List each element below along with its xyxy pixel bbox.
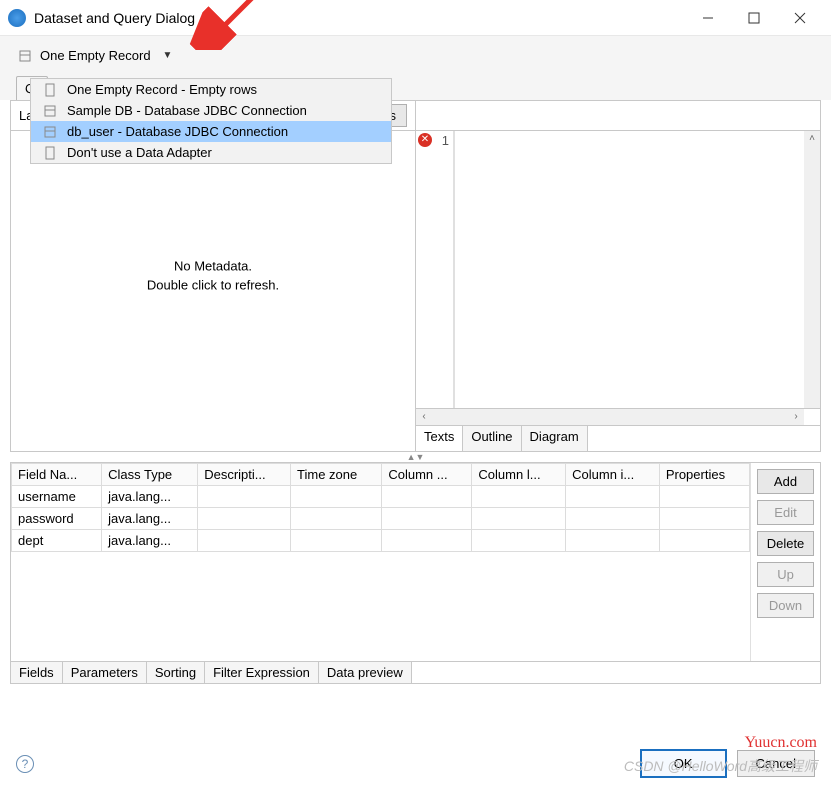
watermark-site: Yuucn.com bbox=[745, 734, 817, 752]
down-field-button[interactable]: Down bbox=[757, 593, 814, 618]
tab-data-preview[interactable]: Data preview bbox=[319, 662, 412, 683]
database-icon bbox=[43, 104, 57, 118]
field-buttons: Add Edit Delete Up Down bbox=[750, 463, 820, 661]
help-icon[interactable]: ? bbox=[16, 755, 34, 773]
tab-diagram[interactable]: Diagram bbox=[522, 426, 588, 451]
editor-view-tabs: Texts Outline Diagram bbox=[416, 425, 820, 451]
app-icon bbox=[8, 9, 26, 27]
data-adapter-dropdown[interactable]: One Empty Record ▼ bbox=[16, 46, 174, 65]
tab-fields[interactable]: Fields bbox=[11, 662, 63, 683]
table-header-row: Field Na... Class Type Descripti... Time… bbox=[12, 463, 750, 485]
query-editor-panel: ✕ 1 ˄ ‹› Texts Outline Diagram bbox=[416, 101, 820, 451]
adapter-selected-label: One Empty Record bbox=[40, 48, 151, 63]
adapter-option-empty-record[interactable]: One Empty Record - Empty rows bbox=[31, 79, 391, 100]
fields-table-container: Field Na... Class Type Descripti... Time… bbox=[11, 463, 750, 661]
add-field-button[interactable]: Add bbox=[757, 469, 814, 494]
line-gutter: 1 bbox=[434, 131, 454, 408]
delete-field-button[interactable]: Delete bbox=[757, 531, 814, 556]
fields-table[interactable]: Field Na... Class Type Descripti... Time… bbox=[11, 463, 750, 552]
title-bar: Dataset and Query Dialog bbox=[0, 0, 831, 36]
horizontal-scrollbar[interactable]: ‹› bbox=[416, 409, 804, 425]
annotation-arrow bbox=[170, 0, 260, 53]
tab-parameters[interactable]: Parameters bbox=[63, 662, 147, 683]
file-icon bbox=[43, 146, 57, 160]
window-title: Dataset and Query Dialog bbox=[34, 10, 685, 26]
error-icon: ✕ bbox=[418, 133, 432, 147]
editor-area: ✕ 1 ˄ bbox=[416, 131, 820, 409]
database-icon bbox=[43, 125, 57, 139]
metadata-hint: No Metadata. Double click to refresh. bbox=[147, 256, 279, 295]
window-controls bbox=[685, 2, 823, 34]
query-text-editor[interactable] bbox=[454, 131, 804, 408]
tab-outline[interactable]: Outline bbox=[463, 426, 521, 451]
tab-texts[interactable]: Texts bbox=[416, 426, 463, 451]
adapter-option-sample-db[interactable]: Sample DB - Database JDBC Connection bbox=[31, 100, 391, 121]
adapter-dropdown-menu: One Empty Record - Empty rows Sample DB … bbox=[30, 78, 392, 164]
watermark-author: CSDN @HelloWord高级工程师 bbox=[624, 756, 817, 776]
close-button[interactable] bbox=[777, 2, 823, 34]
footer-tabs: Fields Parameters Sorting Filter Express… bbox=[10, 662, 821, 684]
adapter-icon bbox=[18, 49, 32, 63]
vertical-scrollbar[interactable]: ˄ bbox=[804, 131, 820, 408]
table-row[interactable]: deptjava.lang... bbox=[12, 529, 750, 551]
tab-sorting[interactable]: Sorting bbox=[147, 662, 205, 683]
split-handle[interactable]: ▲▼ bbox=[0, 452, 831, 462]
adapter-option-none[interactable]: Don't use a Data Adapter bbox=[31, 142, 391, 163]
file-icon bbox=[43, 83, 57, 97]
table-row[interactable]: usernamejava.lang... bbox=[12, 485, 750, 507]
up-field-button[interactable]: Up bbox=[757, 562, 814, 587]
fields-panel: Field Na... Class Type Descripti... Time… bbox=[10, 462, 821, 662]
adapter-option-db-user[interactable]: db_user - Database JDBC Connection bbox=[31, 121, 391, 142]
editor-top-bar bbox=[416, 101, 820, 131]
minimize-button[interactable] bbox=[685, 2, 731, 34]
maximize-button[interactable] bbox=[731, 2, 777, 34]
tab-filter-expression[interactable]: Filter Expression bbox=[205, 662, 319, 683]
table-row[interactable]: passwordjava.lang... bbox=[12, 507, 750, 529]
edit-field-button[interactable]: Edit bbox=[757, 500, 814, 525]
